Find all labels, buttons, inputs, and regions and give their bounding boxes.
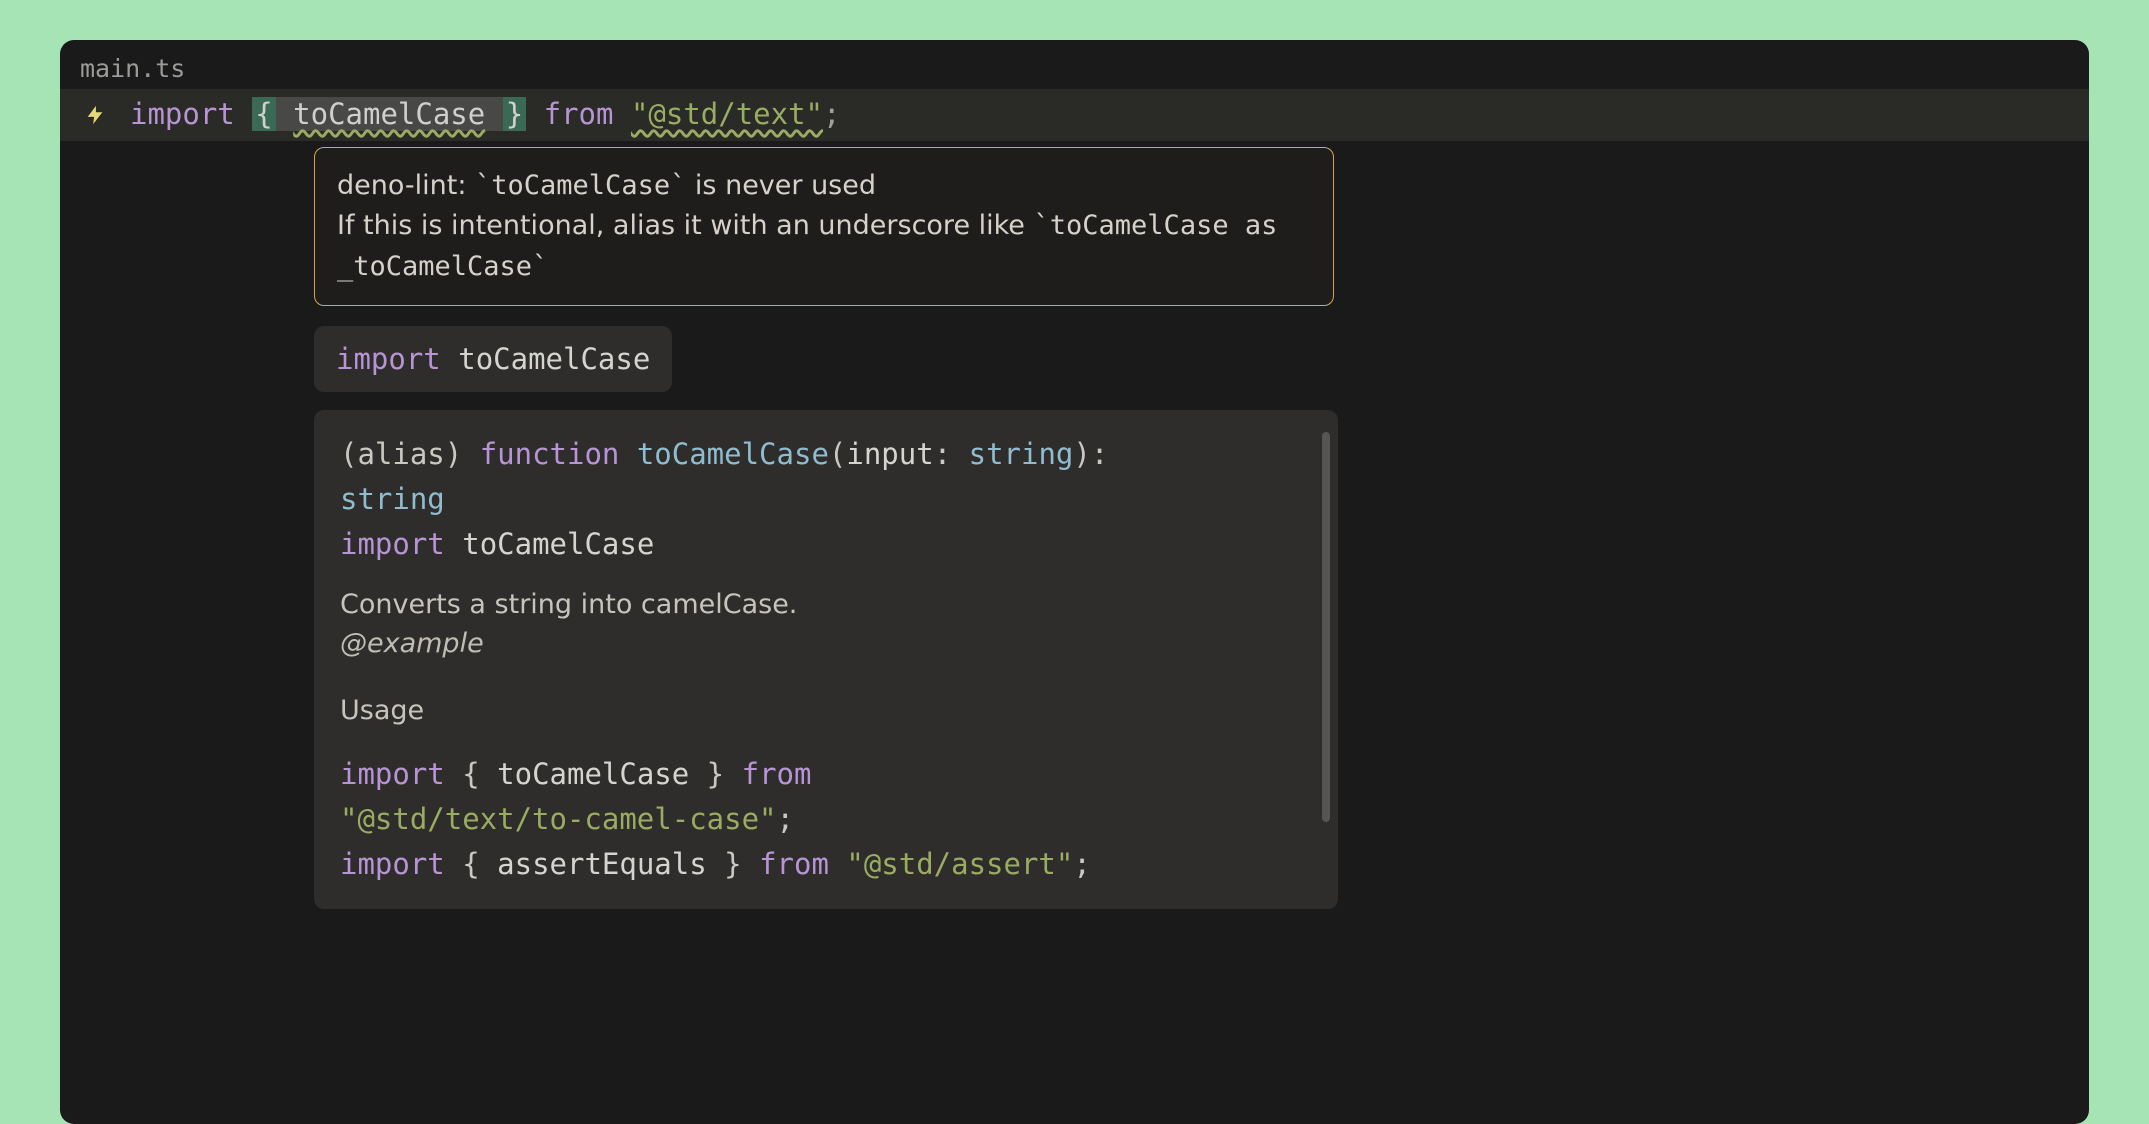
hover-popups: deno-lint: `toCamelCase` is never used I…: [60, 141, 2089, 909]
doc-example-line-2: import { assertEquals } from "@std/asser…: [340, 842, 1312, 887]
selected-symbol[interactable]: toCamelCase: [276, 97, 503, 131]
brace-open: {: [252, 97, 275, 131]
string-module: "@std/text": [631, 97, 823, 131]
lint-line-1: deno-lint: `toCamelCase` is never used: [337, 166, 1311, 207]
completion-keyword: import: [336, 342, 441, 376]
keyword-from: from: [544, 97, 614, 131]
editor-window: main.ts import { toCamelCase } from "@st…: [60, 40, 2089, 1124]
code-line-row[interactable]: import { toCamelCase } from "@std/text";: [60, 89, 2089, 141]
doc-import-decl: import toCamelCase: [340, 522, 1312, 567]
documentation-popup[interactable]: (alias) function toCamelCase(input: stri…: [314, 410, 1338, 909]
symbol-toCamelCase: toCamelCase: [293, 97, 485, 131]
doc-usage-heading: Usage: [340, 695, 1312, 726]
doc-example-tag: @example: [340, 628, 1312, 659]
lint-line-2: If this is intentional, alias it with an…: [337, 206, 1311, 287]
completion-name: toCamelCase: [458, 342, 650, 376]
semicolon: ;: [823, 97, 840, 131]
gutter: [60, 102, 130, 128]
scrollbar[interactable]: [1322, 432, 1330, 822]
doc-example-line-1: import { toCamelCase } from"@std/text/to…: [340, 752, 1312, 842]
tab-main-ts[interactable]: main.ts: [80, 54, 185, 83]
code-line[interactable]: import { toCamelCase } from "@std/text";: [130, 93, 840, 137]
lint-diagnostic[interactable]: deno-lint: `toCamelCase` is never used I…: [314, 147, 1334, 307]
tab-bar: main.ts: [60, 40, 2089, 89]
keyword-import: import: [130, 97, 235, 131]
doc-description: Converts a string into camelCase.: [340, 589, 1312, 620]
bolt-icon: [84, 102, 106, 128]
doc-signature: (alias) function toCamelCase(input: stri…: [340, 432, 1312, 522]
completion-item[interactable]: import toCamelCase: [314, 326, 672, 392]
brace-close: }: [503, 97, 526, 131]
